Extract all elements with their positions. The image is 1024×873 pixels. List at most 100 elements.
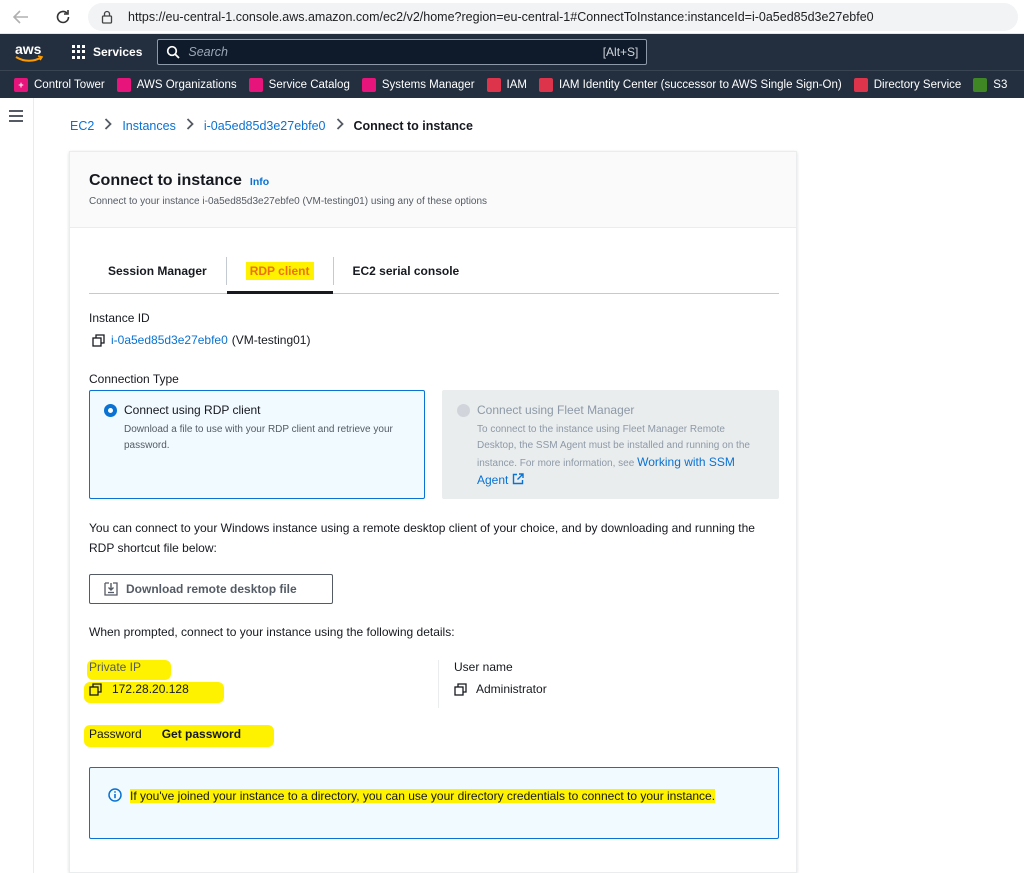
external-link-icon	[512, 473, 525, 485]
address-bar[interactable]: https://eu-central-1.console.aws.amazon.…	[88, 2, 1018, 31]
prompt-text: When prompted, connect to your instance …	[89, 625, 455, 639]
favorite-item[interactable]: Service Catalog	[248, 77, 350, 92]
tab-label: EC2 serial console	[352, 263, 460, 278]
plus-icon: +	[14, 77, 28, 92]
breadcrumb-ec2[interactable]: EC2	[70, 119, 94, 133]
s3-icon	[973, 77, 988, 92]
download-icon	[104, 582, 118, 596]
username-label: User name	[454, 660, 513, 674]
chevron-right-icon	[186, 118, 194, 133]
favorite-item[interactable]: + Control Tower	[14, 77, 105, 92]
side-navigation	[0, 98, 34, 873]
favorite-label: S3	[993, 78, 1008, 91]
panel-header: Connect to instance Info Connect to your…	[70, 152, 796, 228]
fleet-option-title: Connect using Fleet Manager	[477, 403, 635, 417]
fleet-manager-option: Connect using Fleet Manager To connect t…	[442, 390, 779, 499]
alert-text: If you've joined your instance to a dire…	[130, 786, 720, 838]
tab-label: RDP client	[245, 261, 314, 280]
url-text: https://eu-central-1.console.aws.amazon.…	[128, 9, 874, 24]
aws-top-navigation: aws Services Search [Alt+S]	[0, 34, 1024, 70]
password-label: Password	[89, 727, 142, 741]
panel-description: Connect to your instance i-0a5ed85d3e27e…	[89, 196, 488, 207]
aws-logo[interactable]: aws	[14, 39, 46, 65]
favorite-label: IAM	[506, 78, 527, 91]
username-field: User name Administrator	[438, 660, 547, 708]
radio-disabled	[457, 404, 470, 417]
iam-icon	[486, 77, 501, 92]
private-ip-field: Private IP 172.28.20.128	[89, 660, 189, 696]
private-ip-value: 172.28.20.128	[89, 682, 189, 696]
instance-id-link[interactable]: i-0a5ed85d3e27ebfe0	[111, 333, 228, 347]
favorite-label: Directory Service	[873, 78, 962, 91]
favorite-item[interactable]: Systems Manager	[361, 77, 475, 92]
password-field: Password Get password	[89, 727, 241, 741]
page-title: Connect to instance Info	[89, 172, 777, 190]
radio-selected[interactable]	[104, 404, 117, 417]
services-menu-button[interactable]: Services	[72, 45, 142, 59]
info-icon	[108, 788, 122, 802]
favorite-item[interactable]: S3	[973, 77, 1008, 92]
breadcrumb-current: Connect to instance	[353, 118, 473, 133]
services-label: Services	[93, 45, 143, 59]
private-ip-text: 172.28.20.128	[112, 682, 189, 696]
rdp-intro-text: You can connect to your Windows instance…	[89, 521, 755, 555]
lock-icon	[100, 10, 114, 24]
favorite-label: Systems Manager	[381, 78, 475, 91]
organizations-icon	[116, 77, 131, 92]
favorites-bar: + Control Tower AWS Organizations Service C…	[0, 70, 1024, 98]
favorite-item[interactable]: AWS Organizations	[116, 77, 237, 92]
favorite-label: IAM Identity Center (successor to AWS Si…	[559, 78, 842, 91]
instance-id-label: Instance ID	[89, 311, 150, 325]
alert-text-content: If you've joined your instance to a dire…	[130, 789, 716, 803]
search-input[interactable]: Search [Alt+S]	[157, 39, 648, 65]
copy-icon[interactable]	[89, 682, 102, 696]
favorite-label: Service Catalog	[268, 78, 350, 91]
rdp-client-option[interactable]: Connect using RDP client Download a file…	[89, 390, 425, 499]
private-ip-label: Private IP	[89, 660, 142, 674]
directory-info-alert: If you've joined your instance to a dire…	[89, 767, 779, 839]
chevron-right-icon	[336, 118, 344, 133]
breadcrumb-instance-id[interactable]: i-0a5ed85d3e27ebfe0	[204, 119, 326, 133]
rdp-option-title: Connect using RDP client	[124, 403, 261, 417]
favorite-item[interactable]: IAM	[486, 77, 527, 92]
instance-id-value: i-0a5ed85d3e27ebfe0 (VM-testing01)	[92, 333, 310, 347]
breadcrumb-instances[interactable]: Instances	[122, 119, 176, 133]
get-password-link[interactable]: Get password	[162, 727, 241, 741]
back-button[interactable]	[6, 2, 36, 32]
tab-session-manager[interactable]: Session Manager	[89, 248, 226, 294]
tab-ec2-serial-console[interactable]: EC2 serial console	[334, 248, 479, 294]
instance-name: (VM-testing01)	[231, 333, 311, 347]
grid-icon	[72, 45, 86, 59]
reload-icon	[56, 9, 70, 23]
info-link[interactable]: Info	[250, 176, 269, 188]
reload-button[interactable]	[48, 2, 78, 32]
rdp-option-desc: Download a file to use with your RDP cli…	[124, 424, 393, 451]
search-icon	[166, 45, 181, 59]
favorite-label: AWS Organizations	[136, 78, 237, 91]
copy-icon[interactable]	[454, 682, 467, 696]
catalog-icon	[248, 77, 263, 92]
page-title-text: Connect to instance	[89, 172, 242, 189]
browser-toolbar: https://eu-central-1.console.aws.amazon.…	[0, 0, 1024, 34]
search-placeholder: Search	[188, 45, 228, 59]
copy-icon[interactable]	[92, 333, 105, 347]
aws-smile-icon	[15, 55, 44, 62]
connect-to-instance-panel: Connect to instance Info Connect to your…	[69, 151, 797, 873]
arrow-left-icon	[13, 9, 28, 24]
systems-manager-icon	[361, 77, 376, 92]
username-value: Administrator	[454, 682, 547, 696]
connection-type-label: Connection Type	[89, 372, 179, 386]
favorite-item[interactable]: IAM Identity Center (successor to AWS Si…	[539, 77, 842, 92]
search-shortcut: [Alt+S]	[602, 45, 639, 59]
directory-icon	[853, 77, 868, 92]
tab-rdp-client[interactable]: RDP client	[225, 256, 334, 294]
tab-label: Session Manager	[108, 263, 207, 278]
fleet-option-desc: To connect to the instance using Fleet M…	[477, 422, 764, 490]
menu-icon[interactable]	[9, 110, 23, 122]
identity-center-icon	[539, 77, 553, 92]
favorite-item[interactable]: Directory Service	[853, 77, 962, 92]
download-remote-desktop-file-button[interactable]: Download remote desktop file	[89, 574, 333, 604]
favorite-label: Control Tower	[34, 78, 105, 91]
download-button-label: Download remote desktop file	[126, 582, 297, 596]
connection-tabs: Session Manager RDP client EC2 serial co…	[89, 248, 779, 294]
